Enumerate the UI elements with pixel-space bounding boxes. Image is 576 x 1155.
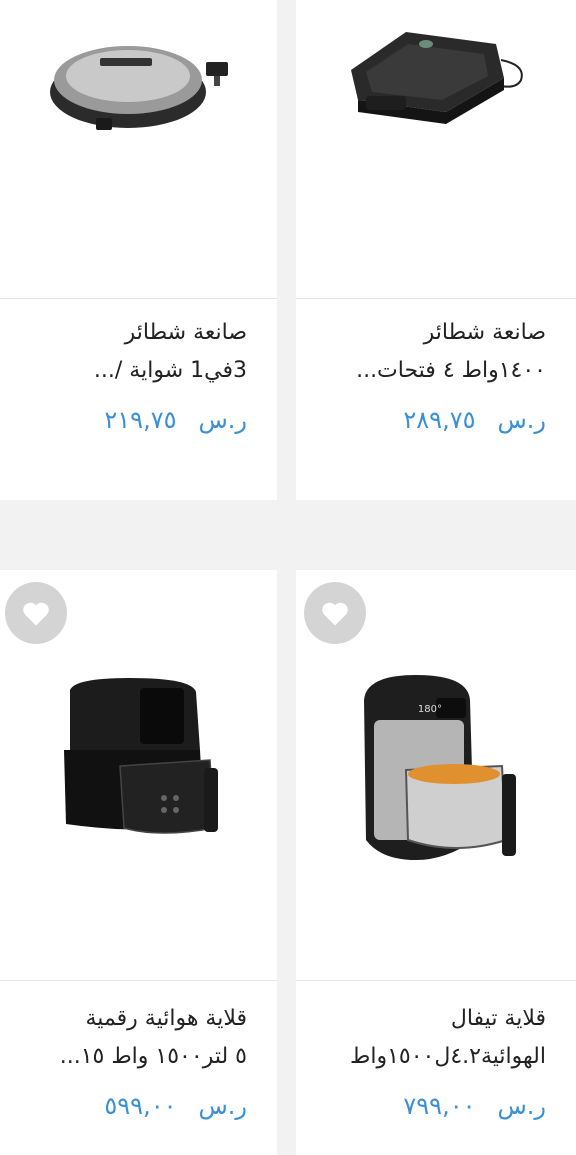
product-image[interactable] [0, 570, 277, 980]
product-price: ر.س ٢١٩,٧٥ [104, 406, 247, 434]
price-value: ٥٩٩,٠٠ [104, 1092, 177, 1120]
price-value: ٢٨٩,٧٥ [403, 406, 476, 434]
product-price: ر.س ٢٨٩,٧٥ [403, 406, 546, 434]
currency-label: ر.س [497, 1092, 546, 1120]
price-value: ٧٩٩,٠٠ [403, 1092, 476, 1120]
favorite-button[interactable] [5, 582, 67, 644]
product-name[interactable]: قلاية تيفال الهوائية٤.٢ل١٥٠٠واط [316, 1000, 546, 1076]
product-name[interactable]: قلاية هوائية رقمية ٥ لتر١٥٠٠ واط ١٥... [20, 1000, 247, 1076]
product-card[interactable]: صانعة شطائر 3في1 شواية /... ر.س ٢١٩,٧٥ [0, 0, 277, 500]
heart-icon [322, 602, 348, 626]
product-image[interactable] [296, 0, 576, 298]
product-price: ر.س ٥٩٩,٠٠ [104, 1092, 247, 1120]
heart-icon [23, 602, 49, 626]
currency-label: ر.س [497, 406, 546, 434]
currency-label: ر.س [198, 1092, 247, 1120]
product-card[interactable]: قلاية هوائية رقمية ٥ لتر١٥٠٠ واط ١٥... ر… [0, 570, 277, 1155]
svg-text:180°: 180° [418, 704, 442, 715]
product-card[interactable]: صانعة شطائر ١٤٠٠واط ٤ فتحات... ر.س ٢٨٩,٧… [296, 0, 576, 500]
product-image[interactable]: 180° [296, 570, 576, 980]
product-name[interactable]: صانعة شطائر ١٤٠٠واط ٤ فتحات... [316, 314, 546, 390]
currency-label: ر.س [198, 406, 247, 434]
sandwich-maker-image [50, 46, 228, 130]
product-name[interactable]: صانعة شطائر 3في1 شواية /... [20, 314, 247, 390]
product-price: ر.س ٧٩٩,٠٠ [403, 1092, 546, 1120]
price-value: ٢١٩,٧٥ [104, 406, 177, 434]
sandwich-maker-image [351, 32, 523, 124]
favorite-button[interactable] [304, 582, 366, 644]
product-card[interactable]: 180° قلاية تيفال الهوائية٤.٢ل١٥٠٠واط ر.س… [296, 570, 576, 1155]
product-image[interactable] [0, 0, 277, 298]
